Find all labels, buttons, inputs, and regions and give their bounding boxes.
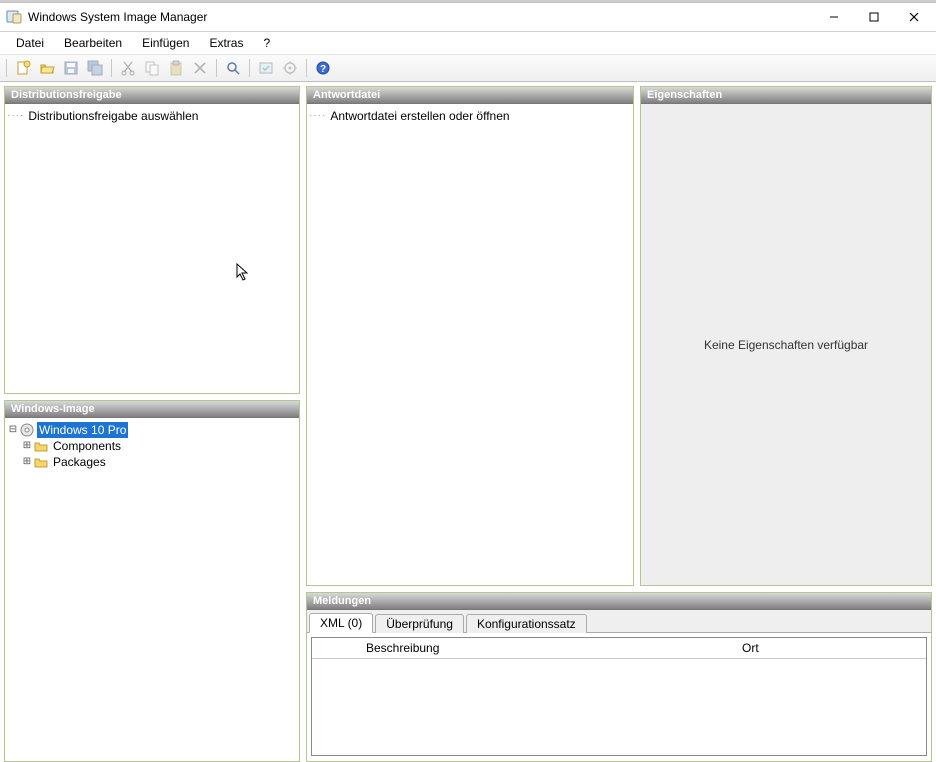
paste-icon[interactable]: [166, 58, 186, 78]
generate-icon[interactable]: [280, 58, 300, 78]
column-location[interactable]: Ort: [734, 641, 926, 655]
properties-header: Eigenschaften: [641, 87, 931, 104]
column-description[interactable]: Beschreibung: [358, 641, 734, 655]
expander-plus-icon[interactable]: ⊞: [21, 438, 33, 454]
svg-text:?: ?: [320, 64, 326, 75]
open-folder-icon[interactable]: [37, 58, 57, 78]
disc-icon: [19, 423, 35, 437]
distribution-share-placeholder[interactable]: ···· Distributionsfreigabe auswählen: [7, 108, 297, 124]
tree-connector-icon: ····: [7, 108, 24, 124]
close-button[interactable]: [894, 5, 934, 29]
menubar: Datei Bearbeiten Einfügen Extras ?: [0, 32, 936, 55]
folder-icon: [33, 439, 49, 453]
windows-image-header: Windows-Image: [5, 401, 299, 418]
maximize-button[interactable]: [854, 5, 894, 29]
validate-icon[interactable]: [256, 58, 276, 78]
answer-file-header: Antwortdatei: [307, 87, 633, 104]
menu-edit[interactable]: Bearbeiten: [54, 34, 132, 52]
answer-file-panel: Antwortdatei ···· Antwortdatei erstellen…: [306, 86, 634, 586]
cut-icon[interactable]: [118, 58, 138, 78]
app-icon: [6, 9, 22, 25]
tree-connector-icon: ····: [309, 108, 326, 124]
find-icon[interactable]: [223, 58, 243, 78]
image-components-node[interactable]: ⊞ Components: [7, 438, 297, 454]
messages-table: Beschreibung Ort: [311, 637, 927, 756]
copy-icon[interactable]: [142, 58, 162, 78]
save-all-icon[interactable]: [85, 58, 105, 78]
messages-panel: Meldungen XML (0) Überprüfung Konfigurat…: [306, 592, 932, 762]
save-icon[interactable]: [61, 58, 81, 78]
messages-tabs: XML (0) Überprüfung Konfigurationssatz: [307, 610, 931, 633]
distribution-share-panel: Distributionsfreigabe ···· Distributions…: [4, 86, 300, 394]
folder-icon: [33, 455, 49, 469]
menu-extras[interactable]: Extras: [199, 34, 253, 52]
titlebar: Windows System Image Manager: [0, 3, 936, 32]
image-packages-node[interactable]: ⊞ Packages: [7, 454, 297, 470]
window-controls: [814, 5, 934, 29]
minimize-button[interactable]: [814, 5, 854, 29]
new-file-icon[interactable]: [13, 58, 33, 78]
distribution-share-header: Distributionsfreigabe: [5, 87, 299, 104]
menu-insert[interactable]: Einfügen: [132, 34, 199, 52]
tab-config-set[interactable]: Konfigurationssatz: [466, 614, 587, 633]
help-icon[interactable]: ?: [313, 58, 333, 78]
tab-validation[interactable]: Überprüfung: [375, 614, 464, 633]
expander-plus-icon[interactable]: ⊞: [21, 454, 33, 470]
properties-panel: Eigenschaften Keine Eigenschaften verfüg…: [640, 86, 932, 586]
tab-xml[interactable]: XML (0): [309, 613, 373, 633]
toolbar: ?: [0, 55, 936, 82]
windows-image-panel: Windows-Image ⊟ Windows 10 Pro ⊞ Compone…: [4, 400, 300, 762]
delete-icon[interactable]: [190, 58, 210, 78]
image-root-node[interactable]: ⊟ Windows 10 Pro: [7, 422, 297, 438]
window-title: Windows System Image Manager: [28, 10, 814, 24]
expander-minus-icon[interactable]: ⊟: [7, 422, 19, 438]
properties-empty-text: Keine Eigenschaften verfügbar: [704, 338, 868, 352]
menu-help[interactable]: ?: [253, 34, 280, 52]
answer-file-placeholder[interactable]: ···· Antwortdatei erstellen oder öffnen: [309, 108, 631, 124]
messages-header: Meldungen: [307, 593, 931, 610]
mouse-cursor-icon: [236, 263, 250, 281]
menu-file[interactable]: Datei: [6, 34, 54, 52]
